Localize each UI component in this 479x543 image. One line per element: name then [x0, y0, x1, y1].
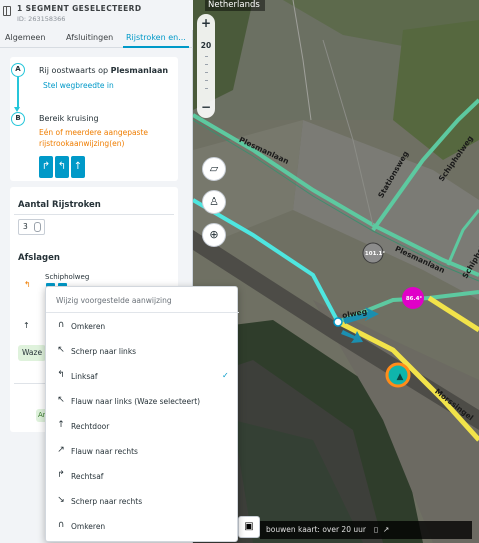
phone-icon[interactable]: ▯ — [374, 525, 378, 534]
option-flauw-naar-links[interactable]: ↖ Flauw naar links (Waze selecteert) — [46, 390, 239, 414]
option-flauw-naar-rechts[interactable]: ↗ Flauw naar rechts — [46, 440, 239, 464]
panel-header: 1 SEGMENT GESELECTEERD ID: 263158366 — [0, 0, 193, 30]
option-rechtsaf[interactable]: ↱ Rechtsaf — [46, 465, 239, 489]
reach-junction-label: Bereik kruising — [39, 114, 99, 123]
checkmark-icon: ✓ — [222, 371, 229, 380]
option-rechtdoor[interactable]: ↑ Rechtdoor — [46, 415, 239, 439]
turn-instruction-dropdown: Wijzig voorgestelde aanwijzing ∩ Omkeren… — [45, 286, 239, 542]
turn-street-label: Schipholweg — [45, 273, 90, 281]
active-tab-underline — [123, 46, 189, 48]
lane-count-value: 3 — [23, 222, 28, 231]
speed-camera-marker[interactable]: 101.1° — [364, 243, 386, 265]
option-scherp-naar-links[interactable]: ↖ Scherp naar links — [46, 340, 239, 364]
lane-right-turn-icon: ↱ — [39, 156, 53, 178]
zoom-tick — [205, 72, 208, 73]
turn-right-icon: ↱ — [57, 470, 65, 480]
tab-afsluitingen[interactable]: Afsluitingen — [66, 33, 113, 42]
option-omkeren-rechts[interactable]: ∩ Omkeren — [46, 515, 239, 539]
option-scherp-naar-rechts[interactable]: ↘ Scherp naar rechts — [46, 490, 239, 514]
segment-icon — [3, 6, 11, 16]
option-label: Flauw naar links (Waze selecteert) — [71, 397, 201, 406]
option-label: Rechtdoor — [71, 422, 110, 431]
divider — [14, 214, 174, 215]
turns-label: Afslagen — [18, 253, 60, 263]
option-label: Linksaf — [71, 372, 98, 381]
waze-chip[interactable]: Waze — [18, 345, 46, 361]
map-country-label: Netherlands — [205, 0, 265, 11]
tab-algemeen[interactable]: Algemeen — [5, 33, 45, 42]
direction-text: Rij oostwaarts op Plesmanlaan — [39, 66, 168, 75]
option-label: Scherp naar links — [71, 347, 137, 356]
option-label: Omkeren — [71, 522, 106, 531]
straight-arrow-icon: ↑ — [23, 321, 30, 330]
direction-prefix: Rij oostwaarts op — [39, 66, 111, 75]
node-a-marker: A — [11, 63, 25, 77]
dropdown-heading: Wijzig voorgestelde aanwijzing — [56, 296, 172, 305]
u-turn-right-icon: ∩ — [57, 520, 65, 530]
lane-count-input[interactable]: 3 — [18, 219, 45, 235]
tab-rijstroken[interactable]: Rijstroken en... — [126, 33, 186, 42]
sharp-right-icon: ↘ — [57, 495, 65, 505]
lane-icons[interactable]: ↱ ↰ ↑ — [39, 156, 85, 178]
zoom-tick — [205, 64, 208, 65]
option-label: Scherp naar rechts — [71, 497, 143, 506]
slight-right-icon: ↗ — [57, 445, 65, 455]
option-omkeren[interactable]: ∩ Omkeren — [46, 315, 239, 339]
selected-node-marker[interactable]: ▲ — [389, 366, 411, 388]
turn-left-icon: ↰ — [24, 280, 31, 289]
straight-icon: ↑ — [57, 420, 65, 430]
app-root: 1 SEGMENT GESELECTEERD ID: 263158366 Alg… — [0, 0, 479, 543]
dropdown-divider — [46, 312, 239, 313]
set-road-width-link[interactable]: Stel wegbreedte in — [43, 81, 114, 90]
speed-camera-marker[interactable]: 86.4° — [403, 288, 425, 310]
sharp-left-icon: ↖ — [57, 345, 65, 355]
lane-left-turn-icon: ↰ — [55, 156, 69, 178]
ruler-icon[interactable]: ▱ — [202, 157, 226, 181]
lane-count-label: Aantal Rijstroken — [18, 200, 101, 210]
custom-lane-warning: Eén of meerdere aangepaste rijstrookaanw… — [39, 128, 149, 148]
u-turn-left-icon: ∩ — [57, 320, 65, 330]
external-link-icon[interactable]: ↗ — [383, 525, 389, 534]
spinner-icon[interactable] — [34, 222, 41, 232]
node-b-marker: B — [11, 112, 25, 126]
zoom-in-button[interactable]: + — [200, 16, 212, 30]
image-icon[interactable]: ▣ — [238, 516, 260, 538]
lane-straight-icon: ↑ — [71, 156, 85, 178]
direction-connector — [14, 77, 20, 112]
locate-icon[interactable]: ⊕ — [202, 223, 226, 247]
segment-id: ID: 263158366 — [17, 15, 66, 23]
zoom-level: 20 — [200, 41, 212, 50]
option-label: Rechtsaf — [71, 472, 104, 481]
direction-card: A B Rij oostwaarts op Plesmanlaan Stel w… — [10, 57, 178, 181]
map-footer: bouwen kaart: over 20 uur ▯ ↗ — [260, 521, 472, 539]
zoom-tick — [205, 80, 208, 81]
map-footer-text: bouwen kaart: over 20 uur — [266, 525, 366, 534]
option-label: Flauw naar rechts — [71, 447, 138, 456]
street-view-icon[interactable]: ♙ — [202, 190, 226, 214]
turn-left-icon: ↰ — [57, 370, 65, 380]
zoom-tick — [205, 88, 208, 89]
zoom-control: + 20 − — [197, 14, 215, 118]
slight-left-icon: ↖ — [57, 395, 65, 405]
option-label: Omkeren — [71, 322, 106, 331]
panel-title: 1 SEGMENT GESELECTEERD — [17, 4, 142, 13]
zoom-out-button[interactable]: − — [200, 100, 212, 114]
zoom-tick — [205, 56, 208, 57]
direction-street: Plesmanlaan — [110, 66, 169, 75]
option-linksaf[interactable]: ↰ Linksaf ✓ — [46, 365, 239, 389]
